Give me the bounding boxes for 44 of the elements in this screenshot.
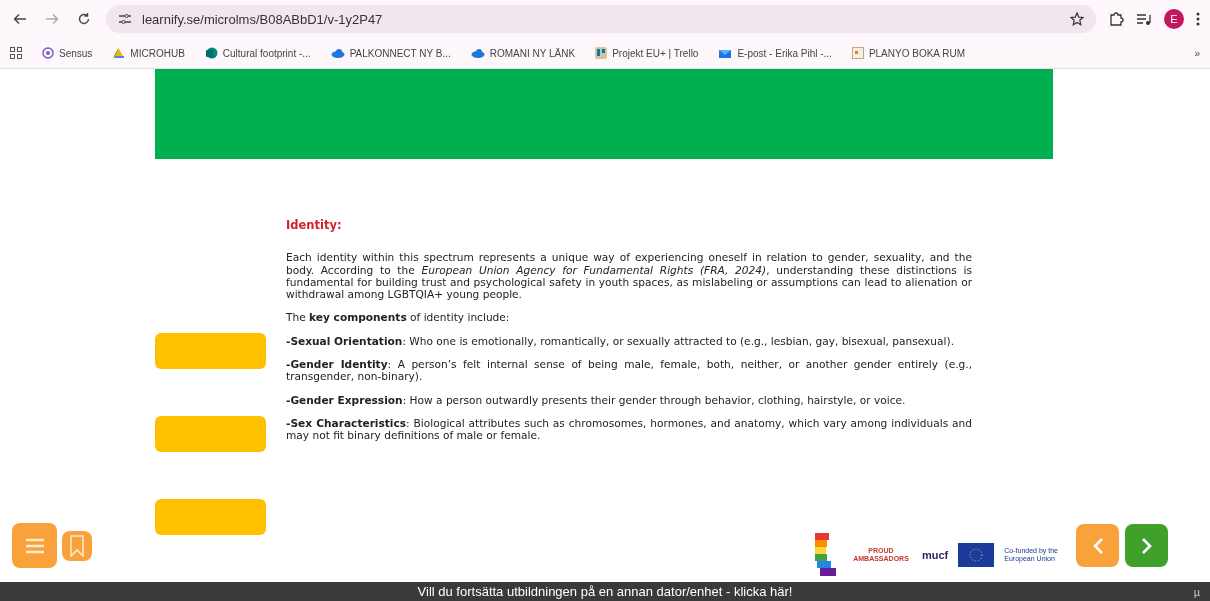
bookmark-link[interactable]: E-post - Erika Pihl -... <box>718 47 832 59</box>
chevron-left-icon <box>1091 536 1104 555</box>
mail-icon <box>718 47 733 59</box>
logo-text: mucf <box>922 549 949 561</box>
card-tile[interactable] <box>155 416 266 452</box>
menu-dots-icon[interactable] <box>1196 12 1200 26</box>
bookmark-link[interactable]: PLANYO BOKA RUM <box>851 47 966 59</box>
puzzle-icon[interactable] <box>1108 11 1124 27</box>
continue-link[interactable]: Vill du fortsätta utbildningen på en annan dator/enhet - klicka här! <box>417 584 793 599</box>
paragraph-text: -Gender Expression: How a person outwardly presents their gender through behavior, clothing, hairstyle, or voice. <box>286 393 907 406</box>
paragraph-text: The key components of identity include: <box>286 311 511 324</box>
chevron-right-icon <box>1140 536 1153 555</box>
corner-text: µ <box>1193 585 1200 598</box>
bookmark-link[interactable]: Sensus <box>42 47 93 59</box>
paragraph-text: -Sex Characteristics: Biological attributes such as chromosomes, hormones, and anatomy, which vary among individuals and may not fit binary definitions of male or female. <box>286 416 972 442</box>
paragraph-text: -Gender Identity: A person’s felt internal sense of being male, female, both, neither, or another gender entirely (e.g., transgender, non-binary). <box>286 358 972 383</box>
board-icon <box>595 47 608 59</box>
calendar-icon <box>851 47 864 59</box>
at-icon <box>42 47 54 59</box>
next-button[interactable] <box>1125 524 1168 567</box>
section-heading: Identity: <box>286 219 343 232</box>
triangle-icon <box>112 47 126 59</box>
bookmark-icon <box>70 534 84 557</box>
paragraph-text: Each identity within this spectrum represents a unique way of experiencing oneself in relation to gender, sexuality, and the body. According to the European Union Agency for Fundamental Rights (FRA, 2024), understanding these distinctions is fundamental for building trust and psychological safety in youth spaces, as mislabeling or assumptions can lead to alienation or withdrawal among LGBTQIA+ young people. <box>286 251 972 301</box>
site-settings-icon[interactable] <box>118 13 132 25</box>
bookmark-link[interactable]: Cultural footprint -... <box>204 47 311 59</box>
bookmark-link[interactable]: Projekt EU+ | Trello <box>595 47 699 59</box>
eu-flag-icon <box>958 543 995 567</box>
card-tile[interactable] <box>155 333 266 369</box>
card-tile[interactable] <box>155 499 266 535</box>
cloud-icon <box>470 48 485 58</box>
bookmark-link[interactable]: ROMANI NY LÄNK <box>470 47 576 59</box>
bookmark-link[interactable]: PALKONNECT NY B... <box>330 47 451 59</box>
media-icon[interactable] <box>1136 12 1152 26</box>
apps-grid-icon[interactable] <box>10 47 22 59</box>
star-icon[interactable] <box>1070 12 1084 26</box>
menu-icon <box>24 537 45 554</box>
address-bar[interactable]: learnify.se/microlms/B08ABbD1/v-1y2P47 <box>106 5 1096 33</box>
more-bookmarks[interactable]: » <box>1194 47 1200 59</box>
cloud-icon <box>330 48 345 58</box>
bookmark-link[interactable]: MICROHUB <box>112 47 185 59</box>
url-text: learnify.se/microlms/B08ABbD1/v-1y2P47 <box>142 11 384 27</box>
profile-avatar[interactable]: E <box>1164 9 1184 29</box>
paragraph-text: -Sexual Orientation: Who one is emotionally, romantically, or sexually attracted to (e.g., lesbian, gay, bisexual, pansexual). <box>286 334 955 348</box>
